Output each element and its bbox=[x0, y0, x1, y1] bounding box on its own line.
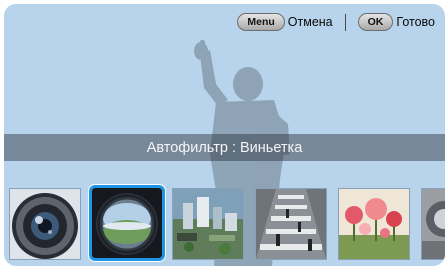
filter-thumb-crosswalk[interactable] bbox=[255, 188, 327, 260]
filter-thumb-partial[interactable] bbox=[421, 188, 445, 260]
camera-screen: Menu Отмена OK Готово Автофильтр : Винье… bbox=[0, 0, 447, 269]
filter-caption: Автофильтр : Виньетка bbox=[146, 139, 303, 156]
crosswalk-photo-icon bbox=[256, 189, 326, 259]
filter-caption-band: Автофильтр : Виньетка bbox=[4, 134, 445, 161]
flowers-photo-icon bbox=[339, 189, 409, 259]
softkey-divider bbox=[344, 13, 346, 31]
partial-thumbnail-icon bbox=[422, 189, 445, 259]
filter-thumb-flowers[interactable] bbox=[338, 188, 410, 260]
ok-key[interactable]: OK bbox=[357, 13, 394, 31]
miniature-city-icon bbox=[173, 189, 243, 259]
filter-thumb-miniature[interactable] bbox=[172, 188, 244, 260]
done-label: Готово bbox=[396, 15, 435, 29]
cancel-label: Отмена bbox=[287, 15, 333, 29]
fisheye-lens-icon bbox=[10, 189, 80, 259]
menu-key[interactable]: Menu bbox=[237, 13, 285, 31]
softkey-bar: Menu Отмена OK Готово bbox=[237, 10, 435, 34]
filter-thumb-vignette[interactable] bbox=[89, 185, 165, 261]
preview-panel: Menu Отмена OK Готово Автофильтр : Винье… bbox=[4, 4, 445, 266]
filter-thumb-fisheye[interactable] bbox=[9, 188, 81, 260]
vignette-lens-icon bbox=[92, 188, 162, 258]
